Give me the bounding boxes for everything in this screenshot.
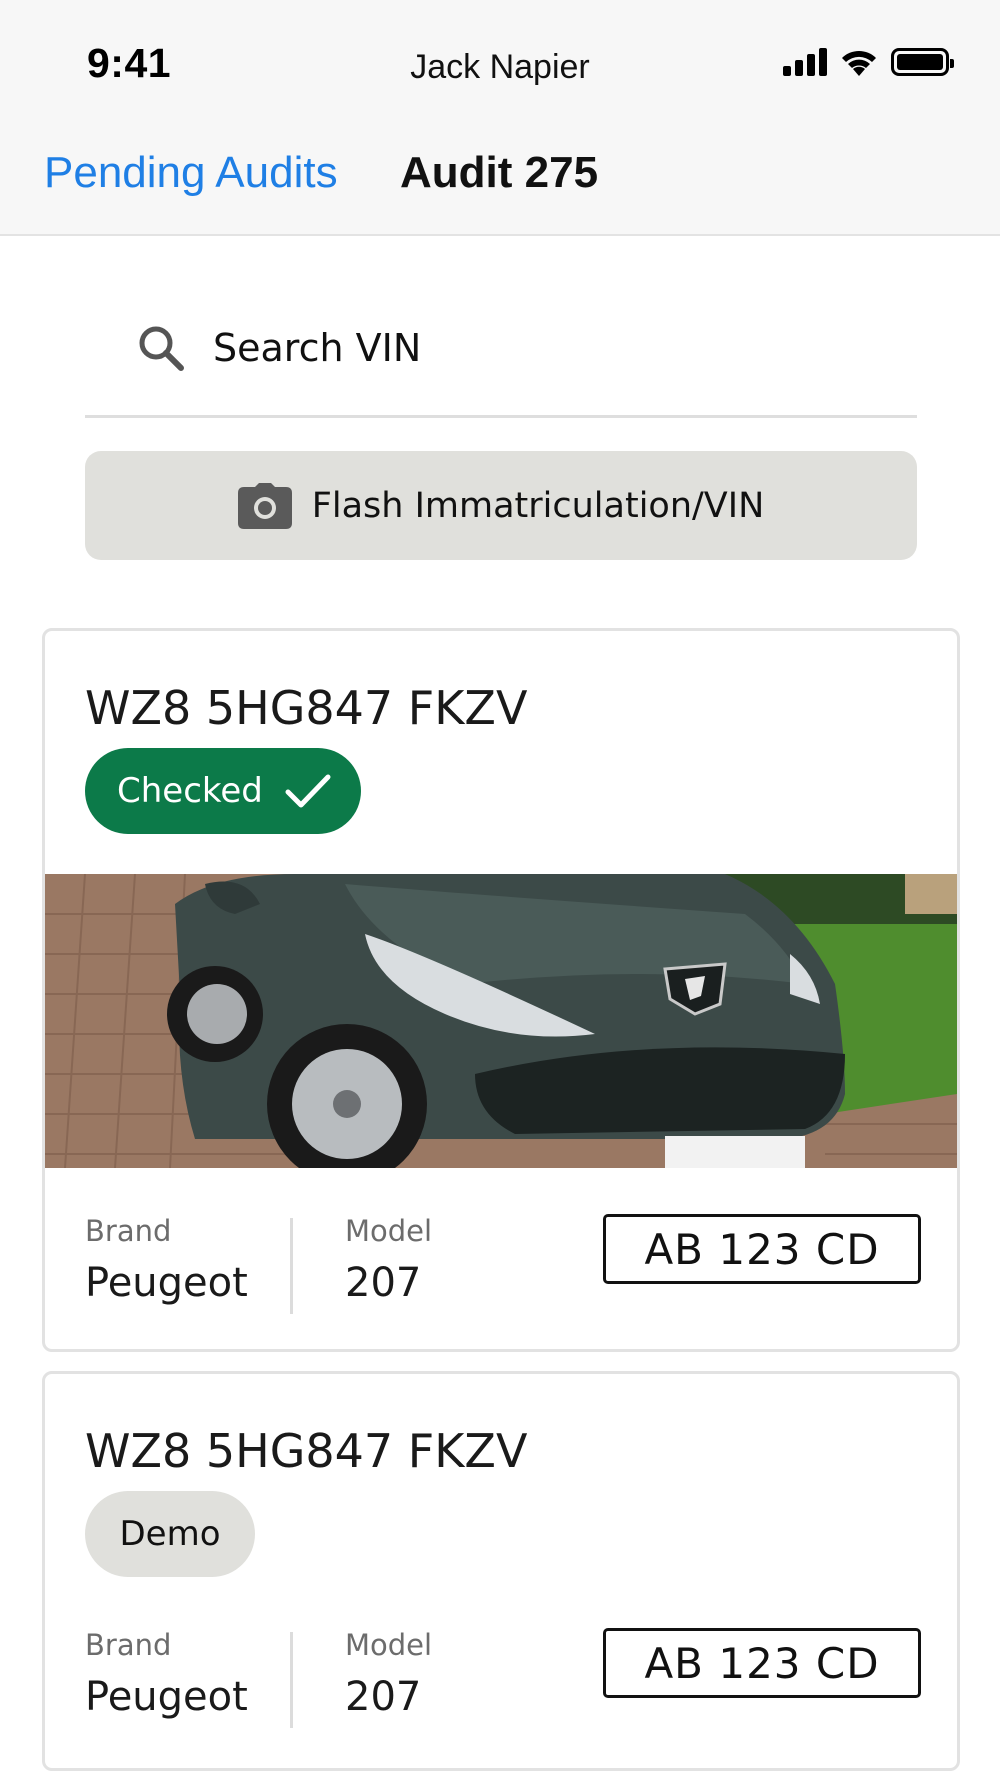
back-to-pending-audits-link[interactable]: Pending Audits [44,148,338,198]
vehicle-info-row: Brand Peugeot Model 207 AB 123 CD [45,1214,957,1334]
battery-icon [891,48,954,76]
brand-value: Peugeot [85,1260,248,1306]
search-input[interactable] [213,318,893,378]
page-title: Audit 275 [400,148,599,197]
field-divider [290,1218,293,1314]
vehicle-photo [45,874,957,1168]
brand-value: Peugeot [85,1674,248,1720]
top-bar: 9:41 Jack Napier Pending Audits Audit 27… [0,0,1000,236]
checkmark-icon [285,774,331,808]
flash-immatriculation-vin-button[interactable]: Flash Immatriculation/VIN [85,451,917,560]
model-label: Model [345,1214,433,1248]
license-plate: AB 123 CD [603,1628,921,1698]
vehicle-info-row: Brand Peugeot Model 207 AB 123 CD [45,1628,957,1748]
cellular-signal-icon [783,48,827,76]
brand-label: Brand [85,1214,172,1248]
search-vin-field[interactable] [85,300,917,418]
vehicle-vin: WZ8 5HG847 FKZV [85,1424,528,1478]
vehicle-vin: WZ8 5HG847 FKZV [85,681,528,735]
flash-button-label: Flash Immatriculation/VIN [311,485,765,526]
vehicle-card[interactable]: WZ8 5HG847 FKZV Demo Brand Peugeot Model… [42,1371,960,1771]
model-field: Model 207 [345,1628,432,1720]
model-value: 207 [345,1674,422,1720]
wifi-icon [842,50,876,76]
status-badge-label: Checked [117,771,263,811]
brand-field: Brand Peugeot [85,1214,248,1306]
field-divider [290,1632,293,1728]
model-label: Model [345,1628,433,1662]
status-badge-label: Demo [119,1514,221,1554]
status-icons [783,44,954,80]
model-field: Model 207 [345,1214,432,1306]
model-value: 207 [345,1260,422,1306]
status-badge-checked: Checked [85,748,361,834]
search-icon [139,326,184,371]
vehicle-card[interactable]: WZ8 5HG847 FKZV Checked Brand Peugeot Mo… [42,628,960,1352]
license-plate: AB 123 CD [603,1214,921,1284]
brand-label: Brand [85,1628,172,1662]
camera-icon [237,482,292,529]
status-badge-demo: Demo [85,1491,255,1577]
brand-field: Brand Peugeot [85,1628,248,1720]
